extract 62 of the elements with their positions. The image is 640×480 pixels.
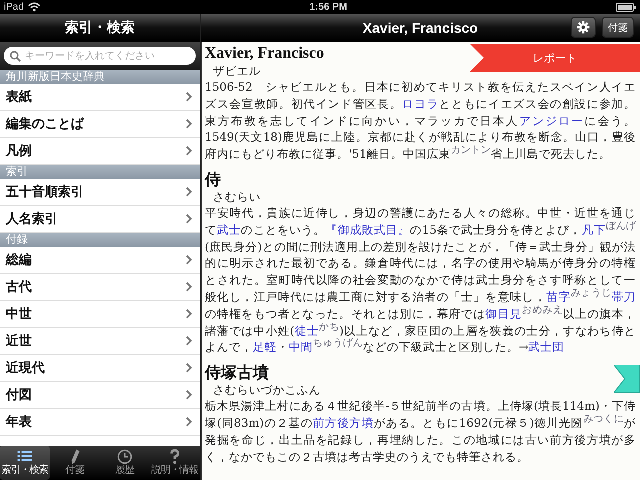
device-name: iPad [4,2,24,12]
chevron-icon [186,417,192,427]
list-item[interactable]: 表紙 [0,84,200,111]
search-icon [10,50,21,62]
cross-reference-link[interactable]: 凡下 [582,222,606,237]
tab[interactable]: 付箋 [50,446,100,480]
chevron-icon [186,187,192,197]
list-item[interactable]: 総編 [0,247,200,274]
cross-reference-link[interactable]: 武士団 [528,340,565,354]
chevron-icon [186,146,192,156]
reading: さむらい [212,190,262,205]
list-item[interactable]: 近世 [0,328,200,355]
chevron-icon [186,255,192,265]
article-title: Xavier, Francisco [362,20,478,36]
chevron-icon [186,92,192,102]
list-item[interactable]: 中世 [0,301,200,328]
headword: 侍 [205,170,221,190]
list-item[interactable]: 付図 [0,382,200,409]
sidebar-title: 索引・検索 [65,18,135,36]
chevron-icon [186,119,192,129]
cross-reference-link[interactable]: 武士 [217,222,242,237]
chevron-icon [186,214,192,224]
section-header: 付録 [0,233,200,247]
chevron-icon [186,336,192,346]
reading: ザビエル [212,64,262,79]
list-item[interactable]: 近現代 [0,355,200,382]
reading: さむらいづかこふん [212,383,322,398]
chevron-icon [186,309,192,319]
list-item[interactable]: 古代 [0,274,200,301]
settings-icon [577,21,590,34]
cross-reference-link[interactable]: ロヨラ [402,96,440,111]
headword: 侍塚古墳 [205,363,269,384]
search-field[interactable]: キーワードを入れてください [4,47,196,65]
section-header: 角川新版日本史辞典 [0,70,200,84]
cross-reference-link[interactable]: 苗字 [546,290,572,304]
chevron-icon [186,363,192,373]
clock-time: 1:56 PM [310,2,348,12]
cross-reference-link[interactable]: 帯刀 [612,290,636,304]
settings-button[interactable] [571,17,596,38]
section-header: 索引 [0,165,200,179]
tab[interactable]: 索引・検索 [0,446,50,480]
cross-reference-link[interactable]: 足軽 [253,340,277,354]
clock-icon [117,449,133,465]
sticky-note-button[interactable]: 付箋 [602,17,634,38]
tab[interactable]: 履歴 [100,446,150,480]
wifi-icon [28,2,42,12]
list-item[interactable]: 五十音順索引 [0,179,200,206]
list-item[interactable]: 年表 [0,409,200,436]
cross-reference-link[interactable]: 中間 [289,340,313,354]
cross-reference-link[interactable]: 『御成敗式目』 [326,222,410,237]
report-ribbon[interactable]: レポート [470,44,640,72]
battery-icon [616,2,636,12]
list-item[interactable]: 編集のことば [0,111,200,138]
chevron-icon [186,282,192,292]
headword: Xavier, Francisco [205,44,324,64]
cross-reference-link[interactable]: 前方後方墳 [313,416,374,430]
chevron-icon [186,390,192,400]
cross-reference-link[interactable]: アンジロー [519,114,585,128]
tab[interactable]: 説明・情報 [150,446,200,480]
cross-reference-link[interactable]: 徒士 [294,324,320,338]
bookmark-ribbon-icon [614,365,640,394]
cross-reference-link[interactable]: 御目見 [486,306,522,321]
